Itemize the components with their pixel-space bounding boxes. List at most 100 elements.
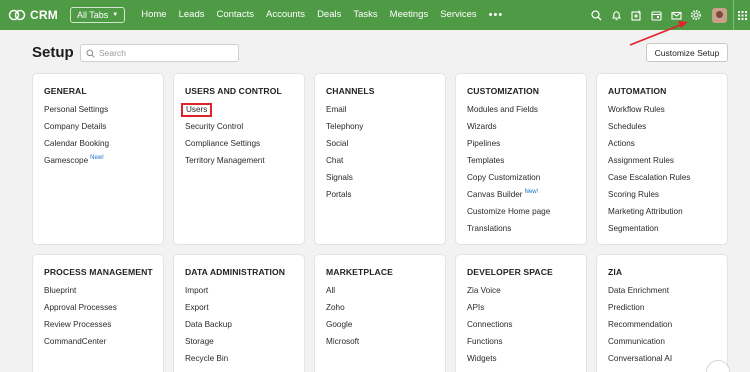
setup-link-label: Social (326, 139, 349, 148)
section-title: MARKETPLACE (326, 267, 393, 277)
nav-services[interactable]: Services (434, 9, 482, 21)
setup-link-users[interactable]: Users (181, 103, 304, 121)
setup-link-segmentation[interactable]: Segmentation (608, 223, 727, 240)
setup-link-data-enrichment[interactable]: Data Enrichment (608, 285, 727, 302)
setup-link-label: Wizards (467, 122, 497, 131)
setup-link-label: Company Details (44, 122, 107, 131)
caret-down-icon: ▼ (112, 12, 119, 18)
setup-link-assignment-rules[interactable]: Assignment Rules (608, 155, 727, 172)
setup-link-signals[interactable]: Signals (326, 172, 445, 189)
nav-tasks[interactable]: Tasks (347, 9, 383, 21)
setup-link-translations[interactable]: Translations (467, 223, 586, 240)
search-icon[interactable] (586, 0, 606, 30)
setup-link-prediction[interactable]: Prediction (608, 302, 727, 319)
setup-link-communication[interactable]: Communication (608, 336, 727, 353)
setup-link-social[interactable]: Social (326, 138, 445, 155)
setup-link-widgets[interactable]: Widgets (467, 353, 586, 370)
setup-link-blueprint[interactable]: Blueprint (44, 285, 163, 302)
calendar-icon[interactable] (646, 0, 666, 30)
setup-search-box[interactable] (80, 44, 239, 62)
setup-link-portals[interactable]: Portals (326, 189, 445, 206)
setup-link-data-backup[interactable]: Data Backup (185, 319, 304, 336)
setup-link-review-processes[interactable]: Review Processes (44, 319, 163, 336)
setup-link-all[interactable]: All (326, 285, 445, 302)
setup-link-apis[interactable]: APIs (467, 302, 586, 319)
setup-link-label: Telephony (326, 122, 364, 131)
setup-link-label: Calendar Booking (44, 139, 110, 148)
setup-link-actions[interactable]: Actions (608, 138, 727, 155)
setup-link-schedules[interactable]: Schedules (608, 121, 727, 138)
setup-link-zia-voice[interactable]: Zia Voice (467, 285, 586, 302)
avatar[interactable] (712, 7, 727, 23)
setup-link-microsoft[interactable]: Microsoft (326, 336, 445, 353)
section-title: AUTOMATION (608, 86, 667, 96)
setup-link-canvas-builder[interactable]: Canvas Builder New! (467, 189, 586, 206)
nav-deals[interactable]: Deals (311, 9, 347, 21)
setup-link-commandcenter[interactable]: CommandCenter (44, 336, 163, 353)
setup-link-import[interactable]: Import (185, 285, 304, 302)
setup-link-personal-settings[interactable]: Personal Settings (44, 104, 163, 121)
nav-accounts[interactable]: Accounts (260, 9, 311, 21)
setup-link-label: Scoring Rules (608, 190, 659, 199)
apps-grid-icon[interactable] (734, 0, 750, 30)
setup-link-marketing-attribution[interactable]: Marketing Attribution (608, 206, 727, 223)
crm-logo[interactable]: CRM (8, 8, 58, 22)
top-right-toolbar (586, 0, 750, 30)
more-tabs-icon[interactable]: ••• (483, 9, 510, 21)
setup-link-zoho[interactable]: Zoho (326, 302, 445, 319)
setup-link-recommendation[interactable]: Recommendation (608, 319, 727, 336)
setup-link-approval-processes[interactable]: Approval Processes (44, 302, 163, 319)
section-title: ZIA (608, 267, 623, 277)
customize-setup-button[interactable]: Customize Setup (646, 43, 728, 62)
setup-link-modules-and-fields[interactable]: Modules and Fields (467, 104, 586, 121)
setup-link-storage[interactable]: Storage (185, 336, 304, 353)
setup-link-label: CommandCenter (44, 337, 107, 346)
setup-link-label: Zia Voice (467, 286, 501, 295)
setup-link-security-control[interactable]: Security Control (185, 121, 304, 138)
setup-link-label: Marketing Attribution (608, 207, 683, 216)
gear-icon[interactable] (686, 0, 706, 30)
setup-link-label: Gamescope (44, 156, 89, 165)
main-nav: Home Leads Contacts Accounts Deals Tasks Meeti… (135, 9, 509, 21)
setup-link-company-details[interactable]: Company Details (44, 121, 163, 138)
setup-link-chat[interactable]: Chat (326, 155, 445, 172)
nav-leads[interactable]: Leads (173, 9, 211, 21)
setup-link-label: Copy Customization (467, 173, 541, 182)
add-icon[interactable] (626, 0, 646, 30)
setup-link-export[interactable]: Export (185, 302, 304, 319)
setup-link-connections[interactable]: Connections (467, 319, 586, 336)
setup-search-input[interactable] (99, 48, 229, 58)
mail-icon[interactable] (666, 0, 686, 30)
setup-link-label: Zoho (326, 303, 345, 312)
all-tabs-dropdown[interactable]: All Tabs ▼ (69, 7, 126, 23)
setup-link-email[interactable]: Email (326, 104, 445, 121)
setup-link-compliance-settings[interactable]: Compliance Settings (185, 138, 304, 155)
setup-link-functions[interactable]: Functions (467, 336, 586, 353)
setup-link-case-escalation-rules[interactable]: Case Escalation Rules (608, 172, 727, 189)
setup-link-calendar-booking[interactable]: Calendar Booking (44, 138, 163, 155)
setup-link-wizards[interactable]: Wizards (467, 121, 586, 138)
bell-icon[interactable] (606, 0, 626, 30)
setup-link-label: Widgets (467, 354, 497, 363)
setup-link-label: Microsoft (326, 337, 360, 346)
setup-link-recycle-bin[interactable]: Recycle Bin (185, 353, 304, 370)
new-badge: New! (524, 189, 539, 195)
setup-link-telephony[interactable]: Telephony (326, 121, 445, 138)
section-marketplace: MARKETPLACE All Zoho Google Microsoft (314, 254, 446, 372)
nav-home[interactable]: Home (135, 9, 172, 21)
setup-link-label: Assignment Rules (608, 156, 674, 165)
setup-link-copy-customization[interactable]: Copy Customization (467, 172, 586, 189)
nav-meetings[interactable]: Meetings (384, 9, 435, 21)
setup-link-scoring-rules[interactable]: Scoring Rules (608, 189, 727, 206)
setup-link-google[interactable]: Google (326, 319, 445, 336)
setup-link-templates[interactable]: Templates (467, 155, 586, 172)
setup-sections-grid: GENERAL Personal Settings Company Details C… (32, 73, 728, 372)
setup-link-customize-home-page[interactable]: Customize Home page (467, 206, 586, 223)
setup-link-gamescope[interactable]: Gamescope New! (44, 155, 163, 172)
setup-link-label: Email (326, 105, 347, 114)
nav-contacts[interactable]: Contacts (210, 9, 260, 21)
setup-link-pipelines[interactable]: Pipelines (467, 138, 586, 155)
setup-link-label: Conversational AI (608, 354, 673, 363)
setup-link-workflow-rules[interactable]: Workflow Rules (608, 104, 727, 121)
setup-link-territory-management[interactable]: Territory Management (185, 155, 304, 172)
